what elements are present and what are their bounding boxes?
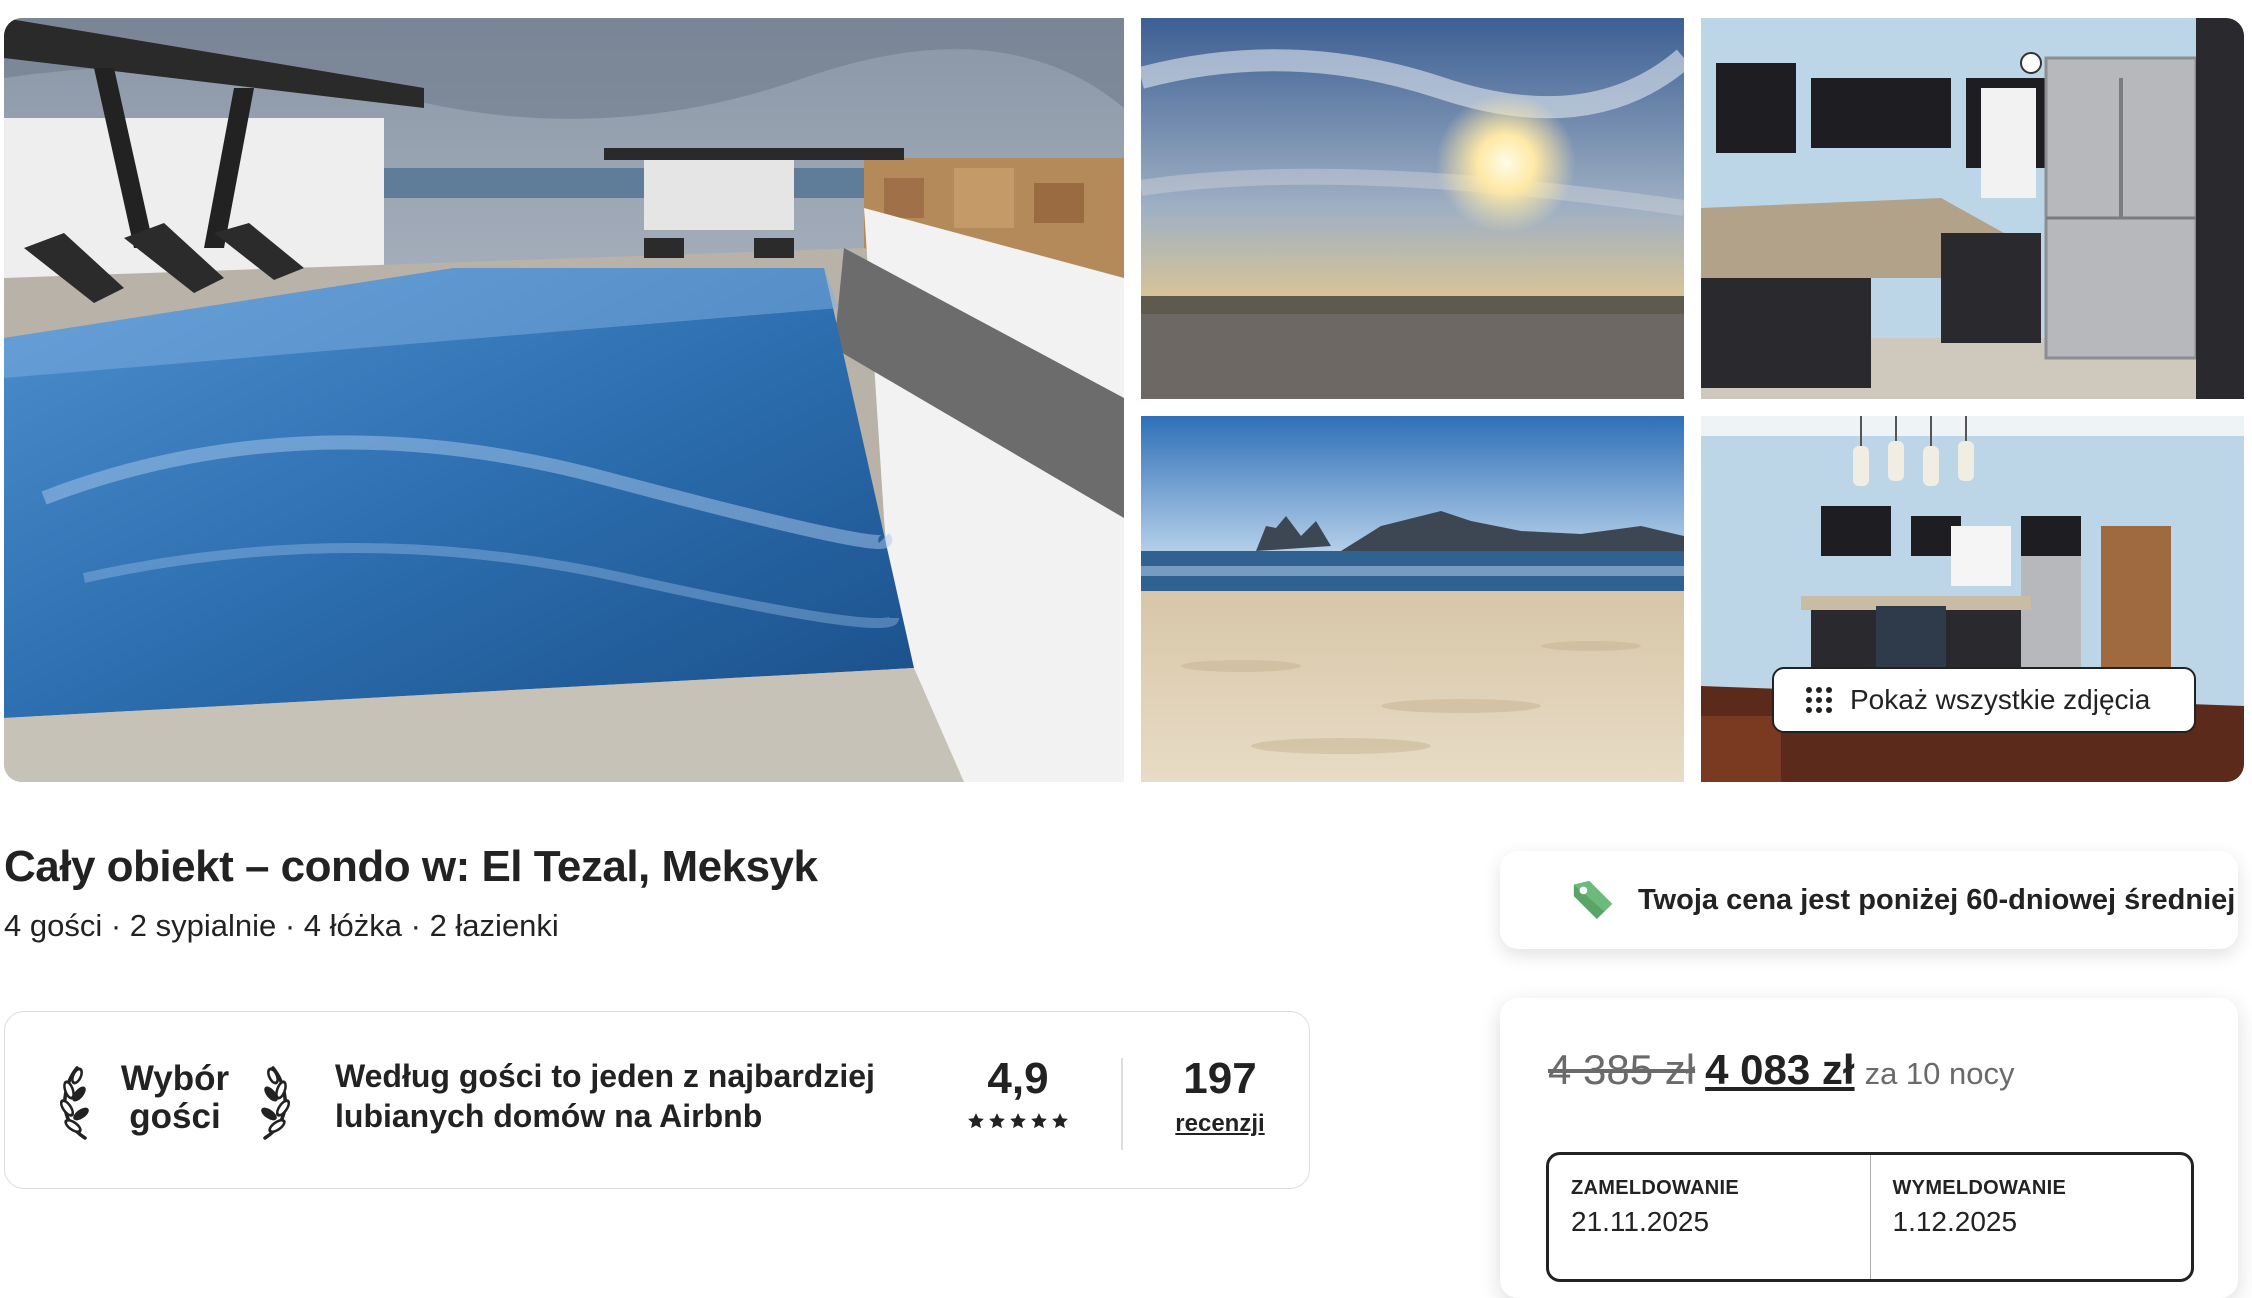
listing-title: Cały obiekt – condo w: El Tezal, Meksyk <box>4 842 818 891</box>
star-icon <box>1052 1113 1068 1129</box>
photo-rooftop-pool[interactable] <box>4 18 1124 782</box>
star-icon <box>1031 1113 1047 1129</box>
price-notice-card: Twoja cena jest poniżej 60-dniowej średn… <box>1500 851 2238 949</box>
price-nights: za 10 nocy <box>1864 1056 2015 1091</box>
photo-kitchen[interactable] <box>1701 18 2244 399</box>
booking-card: 4 385 zł 4 083 zł za 10 nocy ZAMELDOWANI… <box>1500 998 2238 1298</box>
checkin-value: 21.11.2025 <box>1571 1206 1710 1237</box>
checkout-label: WYMELDOWANIE <box>1892 1177 2067 1199</box>
rating-block: 4,9 <box>953 1054 1083 1130</box>
star-icon <box>989 1113 1005 1129</box>
checkin-label: ZAMELDOWANIE <box>1571 1177 1740 1199</box>
checkin-field[interactable]: ZAMELDOWANIE 21.11.2025 <box>1549 1155 1870 1279</box>
photo-sunset-view[interactable] <box>1141 18 1684 399</box>
rating-value: 4,9 <box>987 1054 1049 1103</box>
price-original: 4 385 zł <box>1548 1046 1696 1093</box>
guest-favorite-badge: Wybór gości <box>55 1058 295 1148</box>
price-tag-icon <box>1573 880 1613 920</box>
checkout-value: 1.12.2025 <box>1892 1206 2018 1237</box>
rating-stars <box>953 1112 1083 1130</box>
reviews-link[interactable]: recenzji <box>1155 1110 1285 1138</box>
dates-selector: ZAMELDOWANIE 21.11.2025 WYMELDOWANIE 1.1… <box>1546 1152 2194 1282</box>
badge-line-2: gości <box>129 1097 221 1136</box>
rating-divider <box>1121 1058 1123 1150</box>
show-all-photos-button[interactable]: Pokaż wszystkie zdjęcia <box>1772 667 2196 733</box>
guest-favorite-card[interactable]: Wybór gości Według gości to jeden z najb… <box>4 1011 1310 1189</box>
price-discounted[interactable]: 4 083 zł <box>1705 1046 1854 1094</box>
laurel-left-icon <box>59 1066 89 1140</box>
badge-line-1: Wybór <box>120 1059 230 1098</box>
price-notice-text: Twoja cena jest poniżej 60-dniowej średn… <box>1638 883 2236 916</box>
listing-subtitle: 4 gości · 2 sypialnie · 4 łóżka · 2 łazi… <box>4 908 559 943</box>
checkout-field[interactable]: WYMELDOWANIE 1.12.2025 <box>1869 1155 2192 1279</box>
guest-favorite-badge-text: Wybór gości <box>103 1060 247 1136</box>
price-row: 4 385 zł 4 083 zł za 10 nocy <box>1548 1046 2015 1094</box>
photo-beach[interactable] <box>1141 416 1684 782</box>
star-icon <box>1010 1113 1026 1129</box>
review-count: 197 <box>1183 1054 1257 1103</box>
grid-dots-icon <box>1806 687 1832 713</box>
show-all-photos-label: Pokaż wszystkie zdjęcia <box>1850 684 2151 715</box>
star-icon <box>968 1113 984 1129</box>
laurel-right-icon <box>261 1066 291 1140</box>
reviews-block[interactable]: 197 recenzji <box>1155 1054 1285 1138</box>
guest-favorite-description: Według gości to jeden z najbardziej lubi… <box>335 1058 875 1134</box>
